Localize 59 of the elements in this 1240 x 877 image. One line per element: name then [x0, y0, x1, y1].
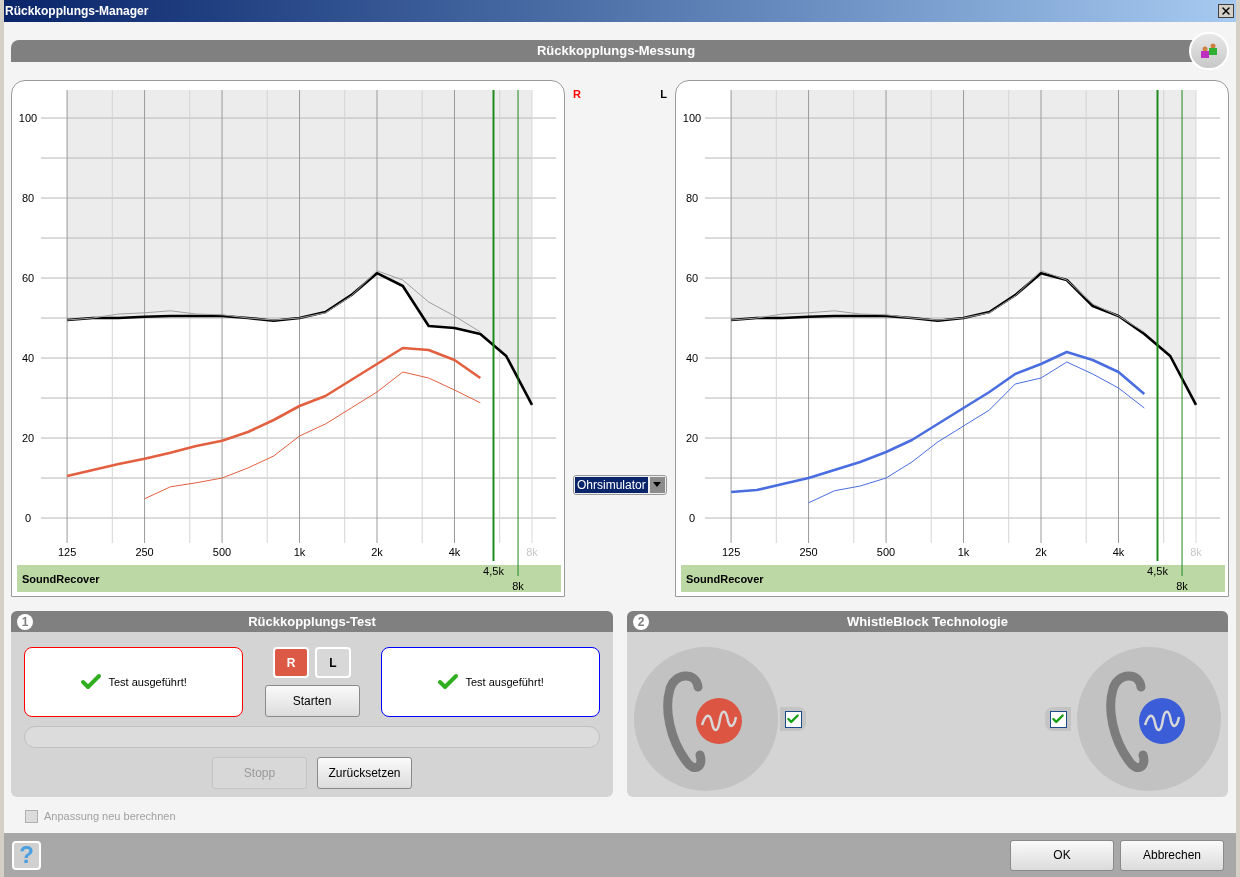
start-button[interactable]: Starten — [264, 685, 360, 717]
marker-label: 8k — [1176, 580, 1188, 592]
people-icon — [1200, 43, 1218, 59]
step-number: 1 — [17, 613, 33, 630]
cancel-button[interactable]: Abbrechen — [1120, 839, 1224, 871]
side-label: R — [573, 87, 581, 102]
axis-label: 1k — [293, 546, 306, 558]
result-text: Test ausgeführt! — [465, 675, 545, 689]
panel-title: Rückkopplungs-Test — [248, 612, 376, 631]
ear-toggle[interactable]: R — [273, 647, 309, 678]
axis-label: 500 — [212, 546, 232, 558]
axis-label: 125 — [721, 546, 741, 558]
wave-icon — [1143, 710, 1181, 731]
axis-label: 250 — [135, 546, 154, 558]
window-title: Rückkopplungs-Manager — [5, 3, 149, 20]
ear-toggle[interactable]: L — [315, 647, 351, 678]
band-label: SoundRecover — [686, 573, 764, 585]
axis-label: 100 — [18, 112, 38, 124]
close-button[interactable] — [1218, 4, 1234, 18]
axis-label: 0 — [688, 512, 696, 524]
band-label: SoundRecover — [22, 573, 100, 585]
check-icon — [1051, 712, 1065, 726]
axis-label: 0 — [24, 512, 32, 524]
axis-label: 250 — [799, 546, 818, 558]
axis-label: 80 — [685, 192, 699, 204]
axis-label: 60 — [685, 272, 699, 284]
axis-label: 40 — [21, 352, 35, 364]
marker-label: 4,5k — [483, 565, 504, 577]
people-button[interactable] — [1189, 32, 1229, 70]
axis-label: 2k — [1035, 546, 1047, 558]
axis-label: 80 — [21, 192, 35, 204]
marker-label: 4,5k — [1147, 565, 1168, 577]
section-title: Rückkopplungs-Messung — [536, 42, 696, 61]
checkbox[interactable] — [1045, 707, 1071, 731]
side-label: L — [660, 87, 667, 102]
axis-label: 20 — [21, 432, 35, 444]
axis-label: 60 — [21, 272, 35, 284]
ok-button[interactable]: OK — [1010, 839, 1114, 871]
close-icon — [1220, 5, 1232, 17]
reset-button[interactable]: Zurücksetzen — [317, 757, 412, 789]
axis-label: 4k — [1112, 546, 1125, 558]
axis-label: 2k — [371, 546, 383, 558]
marker-label: 8k — [512, 580, 524, 592]
transducer-dropdown[interactable]: Ohrsimulator — [573, 474, 667, 495]
dropdown-value: Ohrsimulator — [575, 476, 648, 493]
axis-label: 500 — [876, 546, 896, 558]
axis-label: 125 — [57, 546, 77, 558]
axis-label: 100 — [682, 112, 702, 124]
checkbox[interactable] — [780, 707, 806, 731]
check-icon — [786, 712, 800, 726]
step-number: 2 — [633, 613, 649, 630]
axis-label: 40 — [685, 352, 699, 364]
checkbox-label: Anpassung neu berechnen — [44, 809, 176, 824]
panel-title: WhistleBlock Technologie — [847, 612, 1008, 631]
axis-label: 1k — [957, 546, 970, 558]
axis-label: 20 — [685, 432, 699, 444]
result-text: Test ausgeführt! — [108, 675, 188, 689]
axis-label: 4k — [448, 546, 461, 558]
wave-icon — [700, 710, 738, 731]
